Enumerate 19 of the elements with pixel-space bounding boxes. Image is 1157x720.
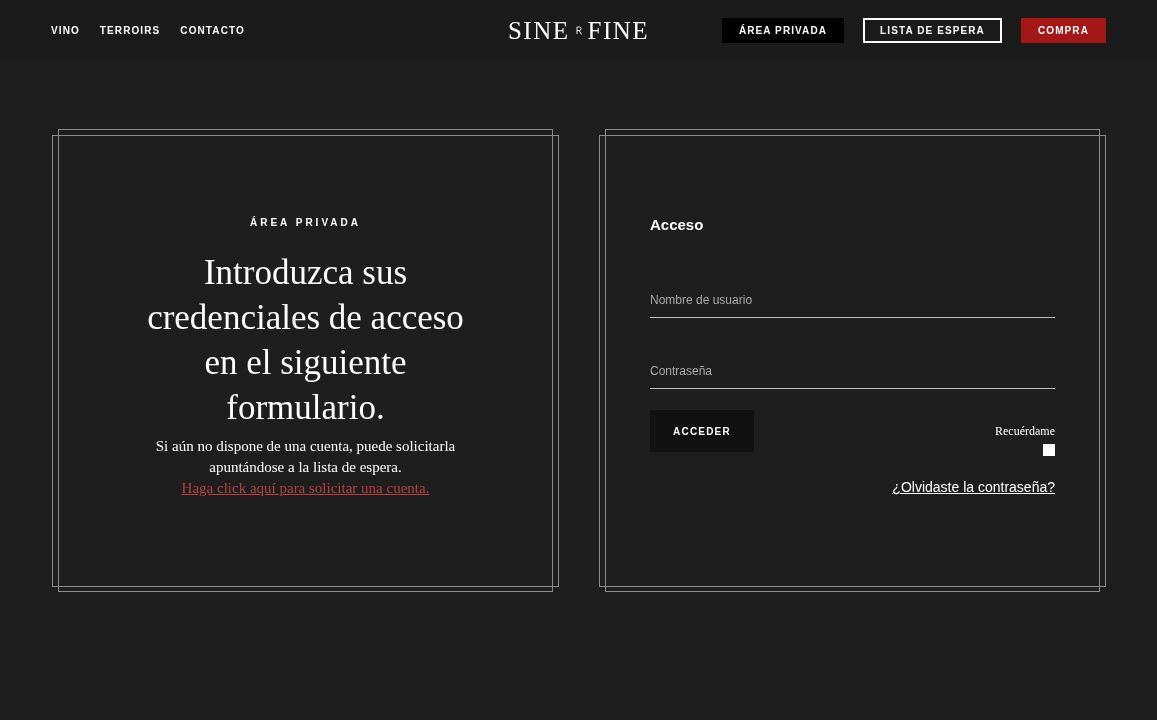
login-button[interactable]: ACCEDER — [650, 410, 754, 452]
checkbox[interactable] — [1043, 444, 1055, 456]
form-title: Acceso — [650, 216, 704, 234]
nav-link[interactable]: VINO — [51, 24, 80, 36]
section-label: ÁREA PRIVADA — [250, 217, 361, 228]
logo-text[interactable]: SINE — [507, 17, 570, 43]
heading: Introduzca sus credenciales de acceso en el siguiente formulario. — [146, 252, 465, 429]
input-field[interactable]: Nombre de usuario — [650, 285, 1055, 318]
remember-label: Recuérdame — [995, 424, 1055, 439]
info-text: Si aún no dispone de una cuenta, puede solicitarla apuntándose a la lista de espera. Haga click aquí para solicitar una cuenta. — [154, 437, 457, 498]
monogram-icon — [575, 25, 582, 35]
logo-text[interactable]: FINE — [587, 17, 650, 43]
nav-link[interactable]: CONTACTO — [180, 24, 245, 36]
forgot-password-link[interactable]: ¿Olvidaste la contraseña? — [892, 479, 1055, 495]
private-area-button[interactable]: ÁREA PRIVADA — [721, 17, 845, 43]
nav-link[interactable]: TERROIRS — [99, 24, 161, 36]
buy-button[interactable]: COMPRA — [1020, 17, 1106, 43]
waitlist-button[interactable]: LISTA DE ESPERA — [863, 17, 1002, 43]
input-field[interactable]: Contraseña — [650, 356, 1055, 389]
